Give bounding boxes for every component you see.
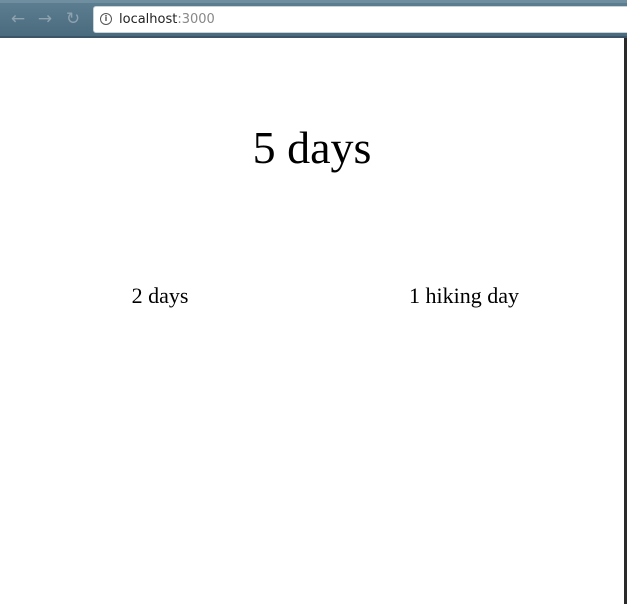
tab-strip-edge [0,0,627,3]
forward-arrow-icon[interactable]: → [35,9,55,29]
browser-window: ← → ↻ i localhost:3000 5 days 2 days 1 h… [0,0,627,604]
back-arrow-icon[interactable]: ← [8,9,28,29]
url-text[interactable]: localhost:3000 [119,12,215,28]
browser-toolbar: ← → ↻ i localhost:3000 [0,0,627,38]
days-stat: 2 days [131,283,189,308]
total-days-heading: 5 days [252,122,372,173]
hiking-days-stat: 1 hiking day [409,283,519,308]
address-bar[interactable]: i localhost:3000 [93,6,627,33]
reload-icon[interactable]: ↻ [63,9,83,29]
info-icon[interactable]: i [100,13,112,25]
page-content: 5 days 2 days 1 hiking day [0,38,624,604]
url-host: localhost [119,12,178,27]
url-port: :3000 [177,12,215,27]
